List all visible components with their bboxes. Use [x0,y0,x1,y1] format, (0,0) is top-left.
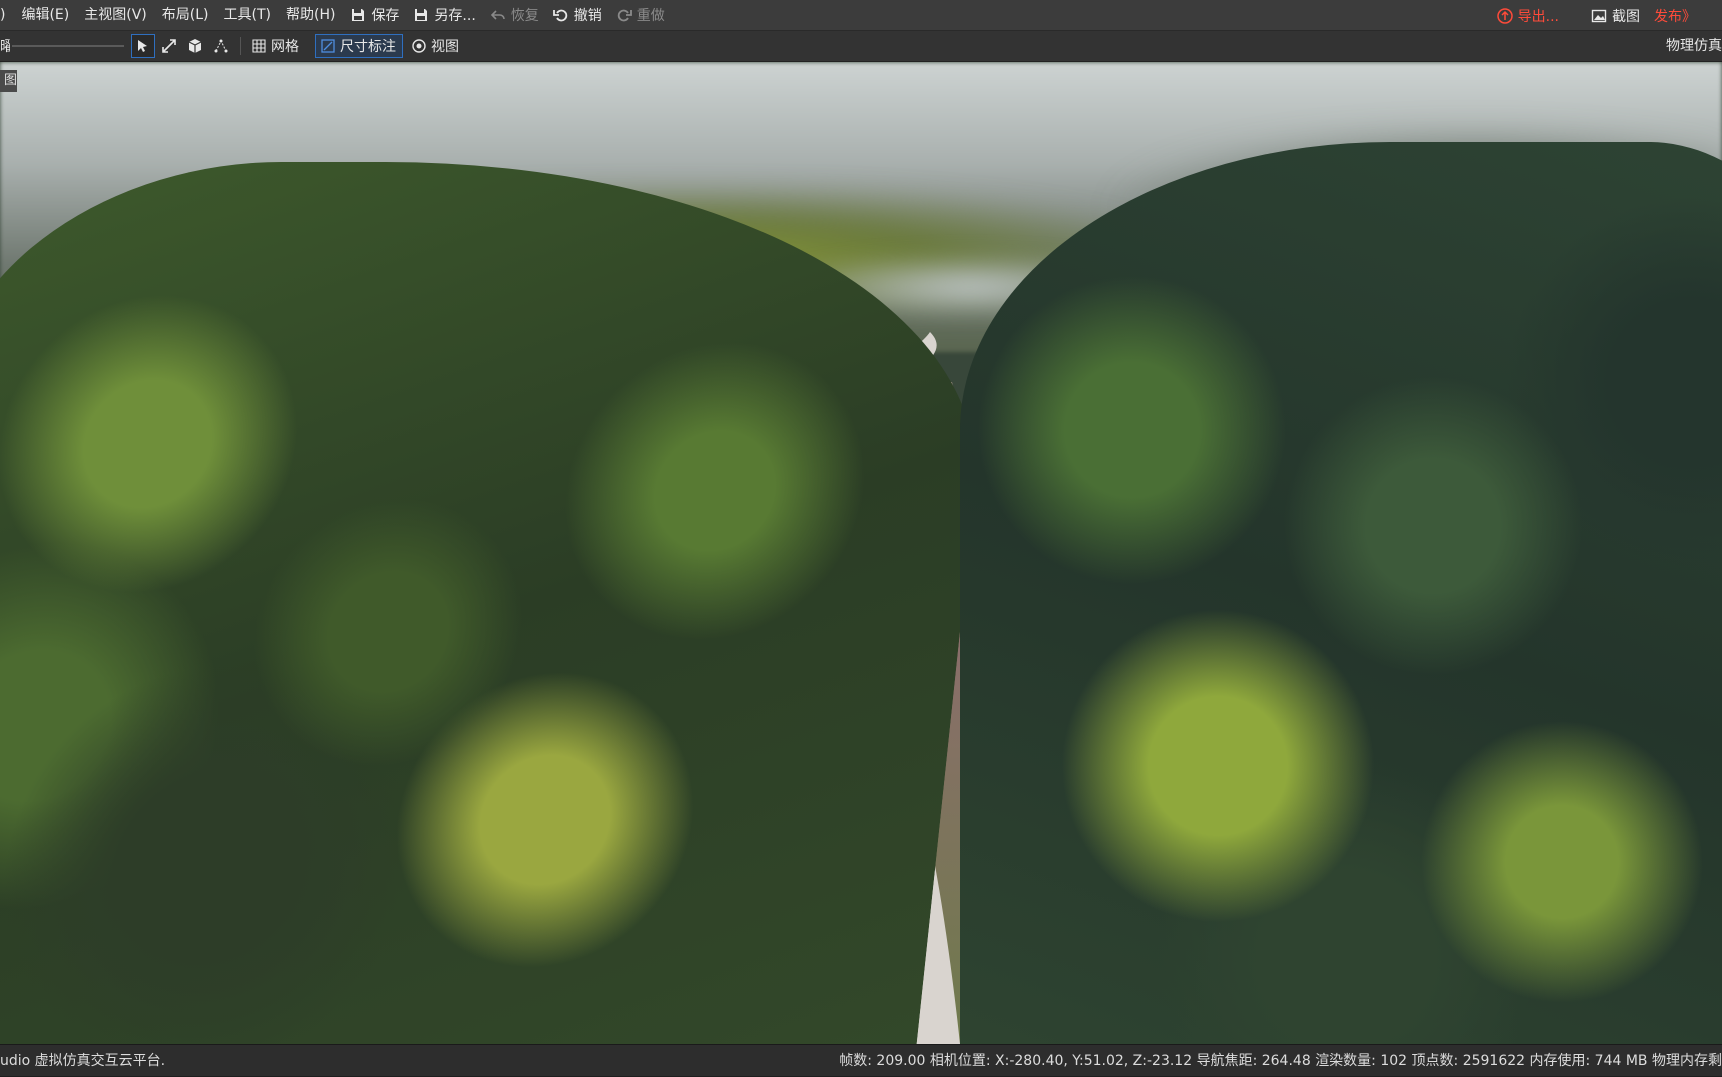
publish-button[interactable]: 发布》 [1648,0,1722,31]
screenshot-button[interactable]: 截图 [1585,0,1648,31]
menu-help[interactable]: 帮助(H) [280,0,344,31]
memory-used-readout: 内存使用: 744 MB [1529,1053,1648,1069]
save-as-label: 另存... [434,8,476,24]
restore-label: 恢复 [510,8,539,24]
menu-edit[interactable]: 编辑(E) [15,0,78,31]
nav-focus-readout: 导航焦距: 264.48 [1196,1053,1311,1069]
screenshot-label: 截图 [1612,8,1640,25]
speed-label: 曜 [0,39,10,55]
select-tool[interactable] [131,34,155,58]
object-tool[interactable] [183,34,207,58]
grid-icon [252,39,266,53]
viewport-side-tab[interactable]: 图 [0,70,17,92]
vertex-count-readout: 顶点数: 2591622 [1411,1053,1526,1069]
status-bar: udio 虚拟仿真交互云平台. 帧数: 209.00 相机位置: X:-280.… [0,1044,1722,1076]
save-button[interactable]: 保存 [344,0,407,31]
grid-label: 网格 [271,39,299,55]
menu-tools[interactable]: 工具(T) [218,0,280,31]
cursor-arrow-icon [138,40,147,52]
export-label: 导出... [1517,8,1559,25]
toolbar: 曜 网格 尺寸标注 视图 物理仿真 [0,31,1722,62]
menu-layout[interactable]: 布局(L) [156,0,218,31]
redo-label: 重做 [636,8,665,24]
save-as-button[interactable]: 另存... [407,0,483,31]
camera-position-readout: 相机位置: X:-280.40, Y:51.02, Z:-23.12 [929,1053,1193,1069]
vegetation-left [0,162,1010,1044]
restore-button[interactable]: 恢复 [484,0,547,31]
dimension-toggle[interactable]: 尺寸标注 [315,34,403,58]
cube-icon [188,39,202,53]
stats-readout: 帧数: 209.00 相机位置: X:-280.40, Y:51.02, Z:-… [839,1045,1722,1077]
path-tool[interactable] [209,34,233,58]
floppy-disk-icon [352,9,365,21]
platform-name: udio 虚拟仿真交互云平台. [0,1053,166,1069]
redo-icon [617,9,632,22]
physical-memory-readout: 物理内存剩 [1652,1053,1722,1069]
toolbar-divider [240,37,241,55]
view-label: 视图 [431,39,459,55]
dimension-label: 尺寸标注 [340,39,396,55]
scale-tool[interactable] [157,34,181,58]
eye-icon [412,39,426,53]
undo-button[interactable]: 撤销 [547,0,610,31]
ruler-icon [321,39,335,53]
grid-toggle[interactable]: 网格 [247,34,305,58]
expand-arrows-icon [162,39,176,53]
floppy-disk-icon [415,9,428,21]
publish-label: 发布》 [1654,8,1696,25]
speed-slider[interactable] [12,45,124,47]
fps-readout: 帧数: 209.00 [839,1053,926,1069]
menu-right-group: 导出... 截图 发布》 [1491,0,1722,31]
view-toggle[interactable]: 视图 [407,34,465,58]
redo-button[interactable]: 重做 [610,0,673,31]
export-icon [1496,7,1513,24]
export-button[interactable]: 导出... [1491,0,1567,31]
menu-main-view[interactable]: 主视图(V) [78,0,156,31]
vegetation-right [960,142,1722,1044]
menu-file[interactable]: ) [0,0,15,31]
undo-label: 撤销 [573,8,602,24]
render-count-readout: 渲染数量: 102 [1315,1053,1408,1069]
undo-icon [552,9,567,22]
save-label: 保存 [371,8,400,24]
physics-simulation-label[interactable]: 物理仿真 [1666,31,1722,62]
3d-viewport[interactable]: 图 [0,62,1722,1044]
path-nodes-icon [214,39,228,53]
arrow-back-icon [490,10,505,20]
image-icon [1591,9,1607,22]
menu-bar: ) 编辑(E) 主视图(V) 布局(L) 工具(T) 帮助(H) 保存 另存..… [0,0,1722,31]
